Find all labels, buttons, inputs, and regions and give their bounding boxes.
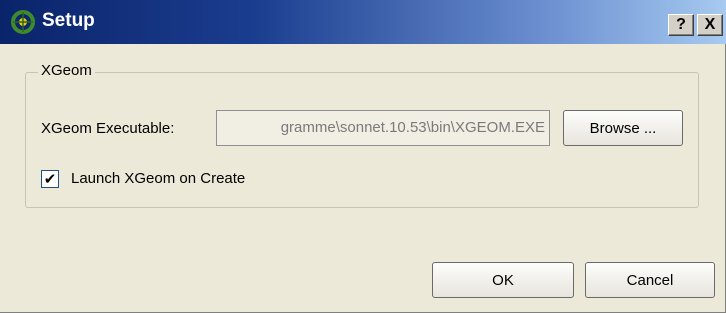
browse-button[interactable]: Browse ...	[563, 110, 683, 146]
launch-on-create-checkbox[interactable]: ✔	[41, 170, 59, 188]
executable-path-field[interactable]: gramme\sonnet.10.53\bin\XGEOM.EXE	[216, 110, 550, 146]
check-icon: ✔	[43, 170, 57, 188]
app-icon	[11, 10, 35, 34]
launch-on-create-label[interactable]: Launch XGeom on Create	[71, 170, 245, 187]
close-button-label: X	[704, 16, 716, 33]
ok-button-label: OK	[492, 271, 514, 289]
group-title: XGeom	[38, 62, 95, 79]
executable-path-value: gramme\sonnet.10.53\bin\XGEOM.EXE	[280, 119, 545, 136]
setup-dialog: Setup ? X XGeom XGeom Executable: gramme…	[0, 0, 726, 313]
close-icon[interactable]: X	[697, 14, 723, 36]
ok-button[interactable]: OK	[432, 262, 574, 298]
executable-label: XGeom Executable:	[41, 120, 175, 137]
cancel-button[interactable]: Cancel	[585, 262, 715, 298]
title-bar[interactable]: Setup ? X	[0, 0, 726, 44]
browse-button-label: Browse ...	[589, 119, 657, 137]
help-button-label: ?	[676, 16, 686, 33]
window-title: Setup	[42, 10, 95, 31]
help-icon[interactable]: ?	[668, 14, 694, 36]
cancel-button-label: Cancel	[626, 271, 674, 289]
